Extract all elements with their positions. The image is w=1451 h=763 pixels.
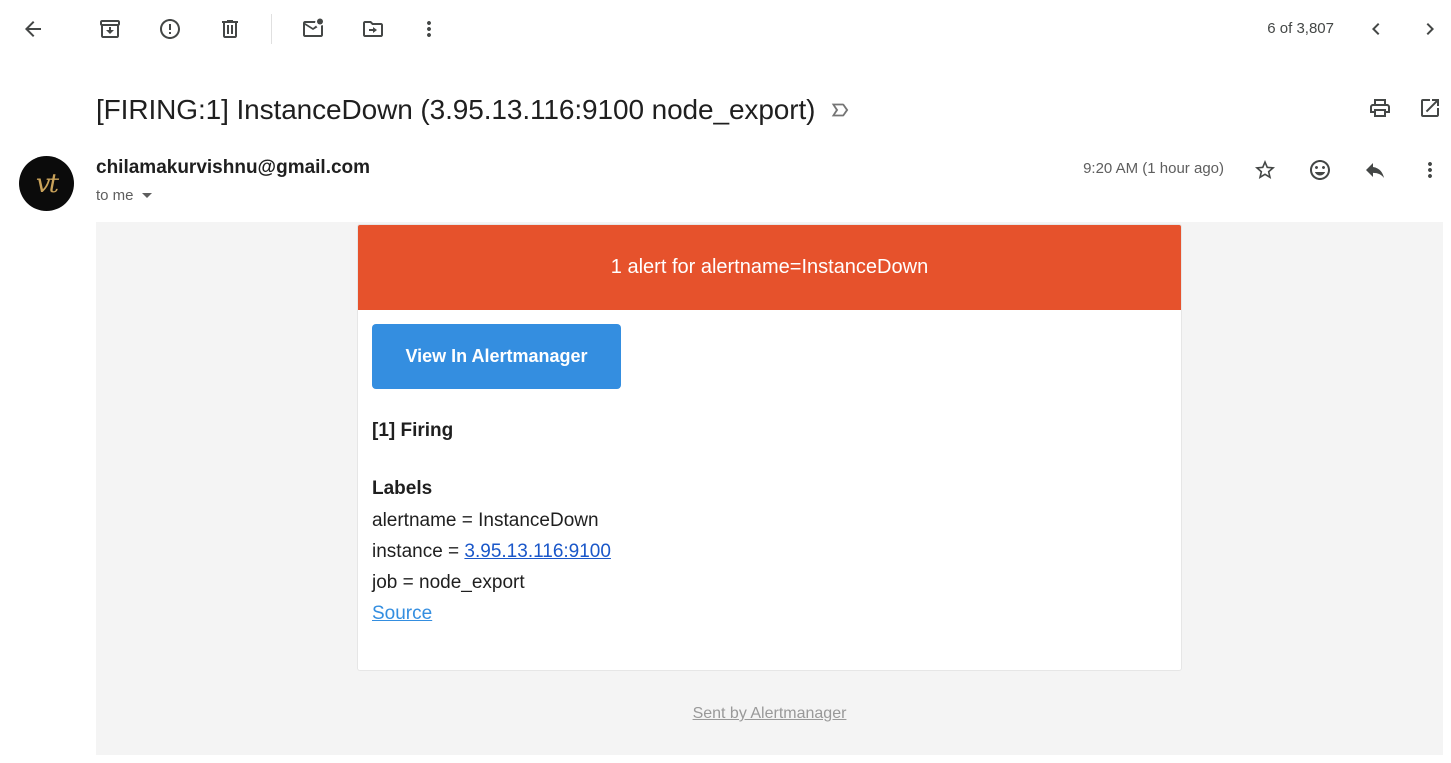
- sent-by-alertmanager-link[interactable]: Sent by Alertmanager: [693, 705, 847, 722]
- mark-unread-icon[interactable]: [293, 9, 333, 49]
- email-subject: [FIRING:1] InstanceDown (3.95.13.116:910…: [96, 94, 816, 125]
- label-job: job = node_export: [372, 572, 525, 593]
- source-link[interactable]: Source: [372, 603, 432, 624]
- pager-count: 6 of 3,807: [1267, 20, 1334, 37]
- message-more-vert-icon[interactable]: [1410, 150, 1450, 190]
- sender-avatar[interactable]: vt: [19, 156, 74, 211]
- label-instance: instance = 3.95.13.116:9100: [372, 541, 611, 563]
- message-toolbar: 6 of 3,807: [0, 0, 1451, 58]
- email-body: 1 alert for alertname=InstanceDown View …: [96, 222, 1443, 755]
- sender-email[interactable]: chilamakurvishnu@gmail.com: [96, 157, 370, 179]
- alert-card: 1 alert for alertname=InstanceDown View …: [357, 224, 1182, 671]
- recipient-line[interactable]: to me: [96, 187, 152, 204]
- labels-heading: Labels: [372, 478, 433, 499]
- move-to-icon[interactable]: [353, 9, 393, 49]
- email-timestamp: 9:20 AM (1 hour ago): [1083, 160, 1224, 177]
- emoji-reaction-icon[interactable]: [1300, 150, 1340, 190]
- show-details-caret-icon[interactable]: [141, 193, 152, 198]
- toolbar-divider: [271, 14, 272, 44]
- source-line: Source: [372, 603, 432, 625]
- back-arrow-icon[interactable]: [13, 9, 53, 49]
- instance-link[interactable]: 3.95.13.116:9100: [464, 541, 611, 562]
- firing-status: [1] Firing: [372, 420, 454, 441]
- open-in-new-window-icon[interactable]: [1410, 88, 1450, 128]
- reply-icon[interactable]: [1355, 150, 1395, 190]
- alert-header: 1 alert for alertname=InstanceDown: [358, 225, 1181, 310]
- delete-icon[interactable]: [210, 9, 250, 49]
- older-chevron-left-icon[interactable]: [1356, 9, 1396, 49]
- label-important-icon[interactable]: [829, 98, 853, 122]
- recipient-label: to me: [96, 187, 134, 204]
- report-spam-icon[interactable]: [150, 9, 190, 49]
- label-alertname: alertname = InstanceDown: [372, 510, 599, 531]
- newer-chevron-right-icon[interactable]: [1410, 9, 1450, 49]
- label-instance-prefix: instance =: [372, 541, 465, 562]
- star-icon[interactable]: [1245, 150, 1285, 190]
- more-vert-icon[interactable]: [409, 9, 449, 49]
- view-in-alertmanager-button[interactable]: View In Alertmanager: [372, 324, 621, 389]
- subject-row: [FIRING:1] InstanceDown (3.95.13.116:910…: [96, 88, 853, 132]
- archive-icon[interactable]: [90, 9, 130, 49]
- print-icon[interactable]: [1360, 88, 1400, 128]
- footer: Sent by Alertmanager: [96, 705, 1443, 723]
